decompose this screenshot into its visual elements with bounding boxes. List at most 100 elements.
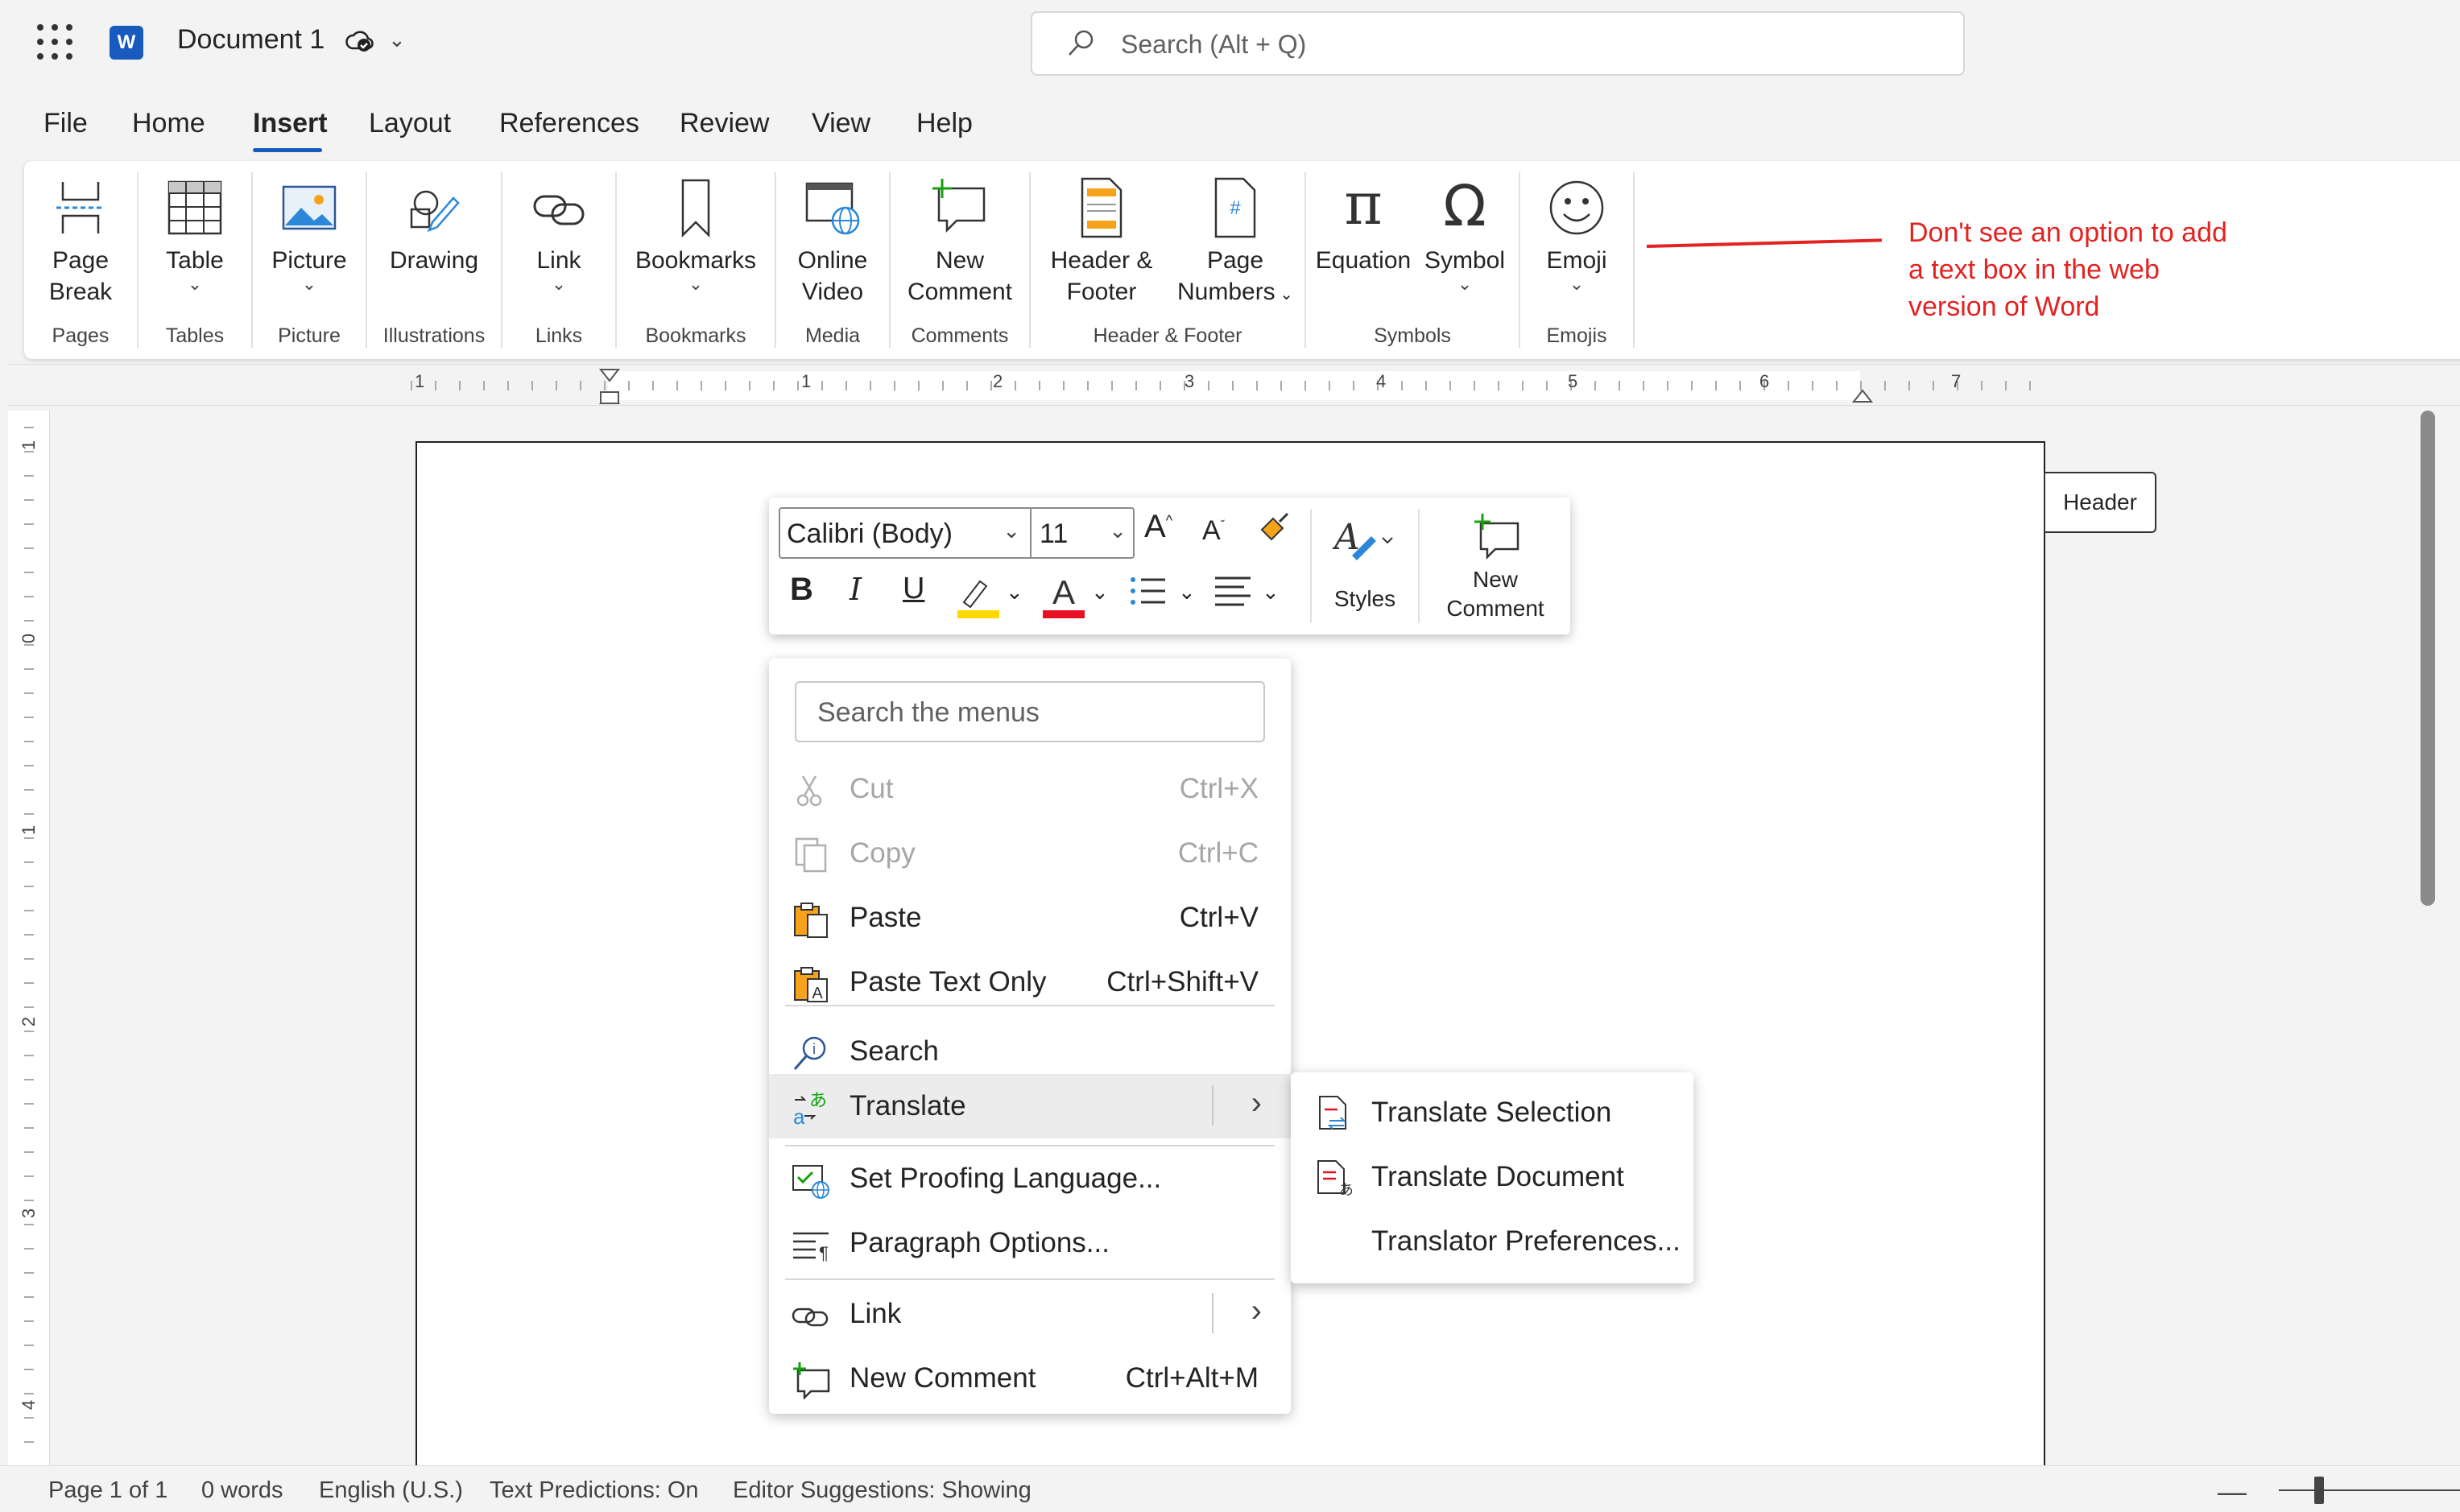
header-tag[interactable]: Header <box>2044 472 2156 533</box>
menu-item-link[interactable]: Link › <box>769 1282 1291 1346</box>
search-icon <box>1065 27 1097 67</box>
page-break-button[interactable]: Page Break <box>35 176 126 308</box>
saved-status-icon[interactable] <box>345 27 374 63</box>
emoji-button[interactable]: Emoji ⌄ <box>1527 176 1627 293</box>
chevron-down-icon[interactable]: ⌄ <box>1178 580 1196 605</box>
vertical-ruler: 1 0 1 2 3 4 <box>8 411 50 1465</box>
page-break-label-1: Page <box>52 247 110 274</box>
chevron-down-icon[interactable]: ⌄ <box>1006 580 1023 605</box>
menu-item-paste[interactable]: Paste Ctrl+V <box>769 886 1291 950</box>
zoom-out-icon[interactable]: — <box>2218 1475 2247 1509</box>
svg-text:¶: ¶ <box>819 1243 829 1263</box>
ruler-number: 4 <box>19 1399 39 1411</box>
bookmarks-button[interactable]: Bookmarks ⌄ <box>623 176 768 294</box>
online-video-button[interactable]: Online Video <box>783 176 883 308</box>
tab-view[interactable]: View <box>812 108 870 139</box>
styles-button[interactable]: A Styles <box>1325 509 1405 623</box>
submenu-item-label: Translate Selection <box>1371 1097 1612 1128</box>
tab-file[interactable]: File <box>43 108 88 139</box>
highlight-button[interactable] <box>956 572 1001 628</box>
menu-item-shortcut: Ctrl+C <box>1177 837 1259 869</box>
zoom-slider-thumb[interactable] <box>2314 1477 2324 1504</box>
menu-item-shortcut: Ctrl+Shift+V <box>1106 966 1259 998</box>
chevron-down-icon: ⌄ <box>187 274 203 294</box>
bookmarks-label: Bookmarks <box>635 247 757 274</box>
right-indent-marker-icon[interactable] <box>1850 382 1875 403</box>
chevron-down-icon: ⌄ <box>688 274 704 294</box>
toolbar-divider <box>1418 509 1420 623</box>
font-color-button[interactable]: A <box>1043 568 1085 628</box>
svg-text:A: A <box>1052 573 1075 611</box>
ruler-ticks <box>411 381 2037 390</box>
status-editor-suggestions[interactable]: Editor Suggestions: Showing <box>733 1477 1032 1504</box>
tab-references[interactable]: References <box>499 108 639 139</box>
zoom-slider[interactable] <box>2279 1489 2460 1491</box>
picture-button[interactable]: Picture ⌄ <box>259 176 359 293</box>
submenu-item-translate-selection[interactable]: Translate Selection <box>1291 1080 1693 1145</box>
font-name-select[interactable]: Calibri (Body) ⌄ <box>779 507 1032 559</box>
tab-help[interactable]: Help <box>916 108 973 139</box>
chevron-down-icon[interactable]: ⌄ <box>1262 580 1280 605</box>
menu-item-shortcut: Ctrl+X <box>1179 773 1259 804</box>
group-pages: Page Break Pages <box>24 161 137 359</box>
styles-label: Styles <box>1333 586 1396 611</box>
page-break-label-2: Break <box>48 279 113 305</box>
font-size-select[interactable]: 11 ⌄ <box>1030 507 1135 559</box>
chevron-down-icon[interactable]: ⌄ <box>1091 580 1109 605</box>
shrink-font-icon[interactable]: Aˇ <box>1202 515 1225 547</box>
search-input[interactable]: Search (Alt + Q) <box>1031 11 1965 76</box>
group-symbols: π Equation Ω Symbol ⌄ Symbols <box>1306 161 1519 359</box>
tab-insert[interactable]: Insert <box>253 108 328 139</box>
status-bar: Page 1 of 1 0 words English (U.S.) Text … <box>0 1465 2460 1512</box>
group-header-footer: Header & Footer # Page Numbers ⌄ Header … <box>1031 161 1304 359</box>
svg-text:A: A <box>812 985 823 1002</box>
submenu-item-translate-document[interactable]: あ Translate Document <box>1291 1145 1693 1209</box>
tab-home[interactable]: Home <box>132 108 205 139</box>
tab-review[interactable]: Review <box>680 108 769 139</box>
page-break-icon <box>56 182 105 233</box>
menu-item-set-proofing-language[interactable]: Set Proofing Language... <box>769 1146 1291 1211</box>
mini-new-comment-button[interactable]: New Comment <box>1431 509 1560 623</box>
chevron-down-icon: ⌄ <box>1457 274 1473 294</box>
header-footer-button[interactable]: Header & Footer <box>1037 176 1166 308</box>
status-text-predictions[interactable]: Text Predictions: On <box>490 1477 699 1504</box>
menu-item-label: Paragraph Options... <box>850 1227 1110 1258</box>
app-launcher-icon[interactable] <box>37 24 72 60</box>
link-button[interactable]: Link ⌄ <box>514 176 604 293</box>
menu-item-translate[interactable]: aあ Translate › <box>769 1074 1291 1138</box>
format-painter-icon[interactable] <box>1255 510 1291 554</box>
underline-button[interactable]: U <box>903 572 924 606</box>
group-emojis: Emoji ⌄ Emojis <box>1520 161 1633 359</box>
vertical-ruler-ticks <box>24 427 34 1457</box>
menu-item-paragraph-options[interactable]: ¶ Paragraph Options... <box>769 1211 1291 1275</box>
status-language[interactable]: English (U.S.) <box>319 1477 463 1504</box>
menu-item-copy[interactable]: Copy Ctrl+C <box>769 821 1291 886</box>
tab-layout[interactable]: Layout <box>369 108 451 139</box>
align-button[interactable] <box>1213 573 1252 618</box>
bullets-button[interactable] <box>1128 573 1167 618</box>
italic-button[interactable]: I <box>850 572 862 607</box>
menu-search-input[interactable]: Search the menus <box>795 681 1265 742</box>
menu-item-label: New Comment <box>850 1362 1036 1394</box>
table-button[interactable]: Table ⌄ <box>150 176 240 294</box>
translate-submenu: Translate Selection あ Translate Document… <box>1291 1072 1693 1283</box>
indent-marker-icon[interactable] <box>597 368 622 405</box>
page-numbers-button[interactable]: # Page Numbers ⌄ <box>1172 176 1298 311</box>
menu-item-cut[interactable]: Cut Ctrl+X <box>769 757 1291 821</box>
drawing-button[interactable]: Drawing <box>374 176 494 276</box>
title-chevron-down-icon[interactable]: ⌄ <box>388 27 406 52</box>
symbol-button[interactable]: Ω Symbol ⌄ <box>1416 176 1514 294</box>
bold-button[interactable]: B <box>790 572 813 608</box>
status-page-count[interactable]: Page 1 of 1 <box>48 1477 167 1504</box>
grow-font-icon[interactable]: A^ <box>1144 509 1172 545</box>
equation-button[interactable]: π Equation <box>1311 176 1416 276</box>
document-title[interactable]: Document 1 <box>177 24 325 56</box>
submenu-item-translator-preferences[interactable]: Translator Preferences... <box>1291 1209 1693 1274</box>
online-video-label-1: Online <box>797 247 868 274</box>
menu-item-new-comment[interactable]: New Comment Ctrl+Alt+M <box>769 1346 1291 1411</box>
vertical-scrollbar[interactable] <box>2421 411 2435 906</box>
status-word-count[interactable]: 0 words <box>201 1477 283 1504</box>
new-comment-button[interactable]: New Comment <box>897 176 1023 308</box>
group-links: Link ⌄ Links <box>502 161 615 359</box>
ribbon-tabs: File Home Insert Layout References Revie… <box>0 101 2460 158</box>
